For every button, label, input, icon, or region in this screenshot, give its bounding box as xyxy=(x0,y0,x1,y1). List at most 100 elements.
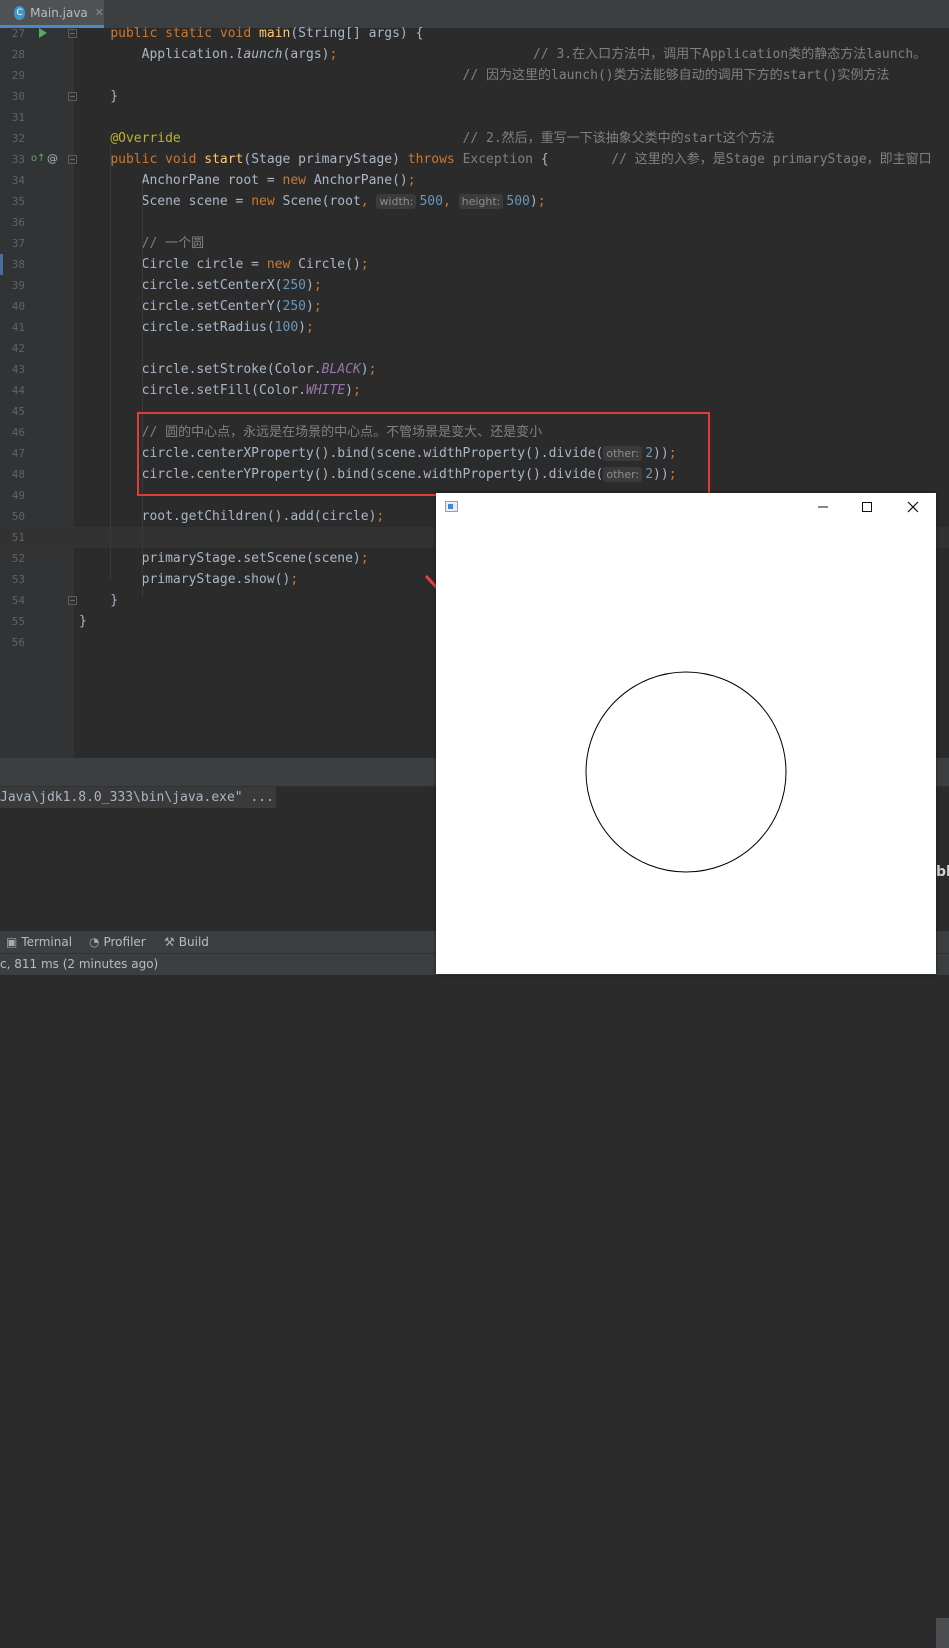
code-line[interactable]: @Override // 2.然后，重写一下该抽象父类中的start这个方法 xyxy=(79,128,775,149)
code-line[interactable]: Circle circle = new Circle(); xyxy=(79,254,369,275)
code-token: ; xyxy=(360,551,369,566)
code-token: new xyxy=(251,194,283,209)
javafx-window[interactable] xyxy=(436,493,936,974)
line-number: 54 xyxy=(11,594,25,607)
console-output: Java\jdk1.8.0_333\bin\java.exe" ... xyxy=(0,787,276,808)
code-token: void xyxy=(219,26,260,41)
line-number: 36 xyxy=(11,216,25,229)
code-token: // 这里的入参，是Stage primaryStage，即主窗口 xyxy=(611,152,932,167)
code-token: ; xyxy=(313,278,322,293)
line-number: 32 xyxy=(11,132,25,145)
run-icon[interactable] xyxy=(39,28,47,38)
line-number: 44 xyxy=(11,384,25,397)
code-line[interactable]: public static void main(String[] args) { xyxy=(79,23,423,44)
line-number: 48 xyxy=(11,468,25,481)
line-number: 28 xyxy=(11,48,25,61)
obscured-label: bl xyxy=(936,864,949,880)
code-token: ; xyxy=(360,257,369,272)
code-token: { xyxy=(533,152,612,167)
code-line[interactable]: circle.setRadius(100); xyxy=(79,317,314,338)
hammer-icon: ⚒ xyxy=(164,935,175,949)
override-icon[interactable]: o↑ xyxy=(31,152,46,166)
code-token: ; xyxy=(352,383,361,398)
code-token: circle.setFill(Color. xyxy=(79,383,306,398)
code-line[interactable]: root.getChildren().add(circle); xyxy=(79,506,385,527)
code-token: , xyxy=(360,194,377,209)
line-number: 43 xyxy=(11,363,25,376)
code-token: } xyxy=(79,614,87,629)
maximize-button[interactable] xyxy=(844,493,890,521)
code-token: Scene(root xyxy=(282,194,361,209)
code-token: Scene scene = xyxy=(79,194,252,209)
code-token: launch xyxy=(235,47,283,62)
code-token: main xyxy=(259,26,291,41)
code-line[interactable]: circle.setFill(Color.WHITE); xyxy=(79,380,361,401)
code-token: } xyxy=(79,593,119,608)
code-line[interactable]: AnchorPane root = new AnchorPane(); xyxy=(79,170,416,191)
code-token: Exception xyxy=(462,152,534,167)
code-token: ) xyxy=(305,299,314,314)
line-number: 40 xyxy=(11,300,25,313)
fold-icon[interactable] xyxy=(68,596,77,605)
code-line[interactable]: Application.launch(args); // 3.在入口方法中，调用… xyxy=(79,44,927,65)
line-number: 33 xyxy=(11,153,25,166)
scene-canvas xyxy=(585,671,787,873)
code-token: // 3.在入口方法中，调用下Application类的静态方法launch。 xyxy=(532,47,927,62)
code-line[interactable]: } xyxy=(79,611,87,632)
profiler-tool-button[interactable]: ◔ Profiler xyxy=(89,931,146,953)
parameter-hint: height: xyxy=(458,194,504,209)
code-line[interactable]: circle.setStroke(Color.BLACK); xyxy=(79,359,377,380)
code-token: ) xyxy=(360,362,369,377)
line-number: 34 xyxy=(11,174,25,187)
side-tool-button[interactable] xyxy=(936,1618,949,1648)
code-line[interactable]: public void start(Stage primaryStage) th… xyxy=(79,149,932,170)
code-token: (String[] args) { xyxy=(290,26,424,41)
code-token: circle.setStroke(Color. xyxy=(79,362,322,377)
code-token: public xyxy=(110,26,166,41)
profiler-label: Profiler xyxy=(103,935,146,949)
app-icon xyxy=(445,501,458,512)
code-token: @Override xyxy=(110,131,181,146)
code-line[interactable]: Scene scene = new Scene(root, width: 500,… xyxy=(79,191,546,212)
code-token: Application. xyxy=(79,47,236,62)
code-token: new xyxy=(282,173,314,188)
close-icon xyxy=(907,501,919,513)
indent-guide xyxy=(142,183,143,598)
code-token: circle.setRadius( xyxy=(79,320,275,335)
profiler-icon: ◔ xyxy=(89,935,100,949)
terminal-icon: ▣ xyxy=(6,935,18,949)
code-line[interactable]: } xyxy=(79,86,118,107)
code-line[interactable]: } xyxy=(79,590,118,611)
minimize-button[interactable] xyxy=(800,493,846,521)
code-token: , xyxy=(442,194,459,209)
line-number: 42 xyxy=(11,342,25,355)
line-number: 30 xyxy=(11,90,25,103)
code-line[interactable]: primaryStage.show(); xyxy=(79,569,299,590)
code-token: static xyxy=(165,26,220,41)
line-number: 31 xyxy=(11,111,25,124)
code-token: ) xyxy=(298,320,306,335)
line-number: 49 xyxy=(11,489,25,502)
fold-icon[interactable] xyxy=(68,155,77,164)
code-token: (args) xyxy=(282,47,330,62)
terminal-tool-button[interactable]: ▣ Terminal xyxy=(6,931,72,953)
code-line[interactable]: circle.setCenterX(250); xyxy=(79,275,322,296)
fold-icon[interactable] xyxy=(68,29,77,38)
code-token: ; xyxy=(376,509,385,524)
code-line[interactable]: primaryStage.setScene(scene); xyxy=(79,548,369,569)
code-line[interactable]: circle.setCenterY(250); xyxy=(79,296,322,317)
line-number: 39 xyxy=(11,279,25,292)
line-number: 50 xyxy=(11,510,25,523)
close-button[interactable] xyxy=(890,493,936,521)
close-tab-icon[interactable]: ✕ xyxy=(95,6,104,19)
code-token: 100 xyxy=(274,320,299,335)
code-token: ) xyxy=(529,194,538,209)
build-tool-button[interactable]: ⚒ Build xyxy=(164,931,209,953)
code-line[interactable]: // 因为这里的launch()类方法能够自动的调用下方的start()实例方法 xyxy=(79,65,890,86)
line-number: 45 xyxy=(11,405,25,418)
minimize-icon xyxy=(818,506,828,508)
fold-icon[interactable] xyxy=(68,92,77,101)
